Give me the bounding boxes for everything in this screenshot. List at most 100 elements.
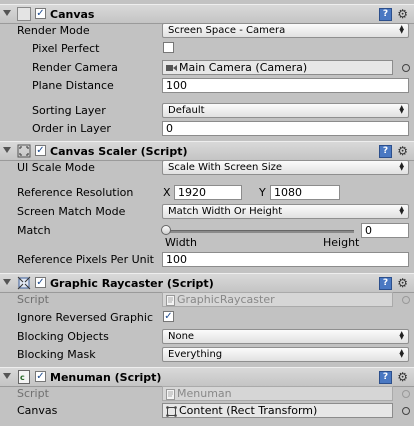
sorting-layer-value: Default [168,105,205,116]
canvas-scaler-component-header[interactable]: ✓ Canvas Scaler (Script) ? ⚙ [0,141,414,161]
graphic-raycaster-gear-icon[interactable]: ⚙ [397,276,408,290]
ref-res-y-field[interactable]: 1080 [270,185,340,200]
menuman-script-value: Menuman [177,387,232,400]
ref-res-y-value: 1080 [274,186,302,199]
dropdown-arrows-icon: ▲ ▼ [399,24,404,35]
blocking-mask-dropdown[interactable]: Everything ▲ ▼ [162,347,409,362]
script-file-icon [166,294,175,306]
dropdown-arrows-icon: ▲ ▼ [399,205,404,216]
canvas-scaler-gear-icon[interactable]: ⚙ [397,144,408,158]
menuman-gear-icon[interactable]: ⚙ [397,370,408,384]
ui-scale-mode-label: UI Scale Mode [17,161,95,174]
render-mode-value: Screen Space - Camera [168,25,286,36]
ignore-reversed-label: Ignore Reversed Graphic [17,311,154,324]
raycaster-script-label: Script [17,293,49,306]
menuman-foldout-arrow[interactable] [3,373,11,379]
menuman-enabled-checkbox[interactable]: ✓ [35,371,46,382]
canvas-scaler-enabled-checkbox[interactable]: ✓ [35,145,46,156]
menuman-script-label: Script [17,387,49,400]
order-in-layer-field[interactable]: 0 [162,121,409,136]
render-camera-value: Main Camera (Camera) [179,61,308,74]
canvas-scaler-help-icon[interactable]: ? [379,145,392,158]
ignore-reversed-checkbox[interactable]: ✓ [163,311,174,322]
match-slider-track[interactable] [166,230,354,233]
graphic-raycaster-foldout-arrow[interactable] [3,279,11,285]
raycaster-script-field: GraphicRaycaster [162,292,393,307]
menuman-canvas-field[interactable]: Content (Rect Transform) [162,403,393,418]
match-height-label: Height [323,236,360,249]
canvas-scaler-foldout-arrow[interactable] [3,147,11,153]
match-value: 0 [365,224,372,237]
dropdown-arrows-icon: ▲ ▼ [399,348,404,359]
canvas-help-icon[interactable]: ? [379,8,392,21]
menuman-title: Menuman (Script) [50,371,162,384]
ref-res-x-field[interactable]: 1920 [174,185,242,200]
rect-transform-icon [166,405,177,417]
dropdown-arrows-icon: ▲ ▼ [399,104,404,115]
render-camera-picker-icon[interactable] [402,64,410,72]
canvas-enabled-checkbox[interactable]: ✓ [35,8,46,19]
canvas-foldout-arrow[interactable] [3,10,11,16]
blocking-mask-value: Everything [168,349,223,360]
blocking-objects-value: None [168,331,195,342]
match-value-field[interactable]: 0 [361,223,409,238]
ref-res-y-label: Y [259,186,266,199]
ui-scale-mode-dropdown[interactable]: Scale With Screen Size ▲ ▼ [162,160,409,175]
reference-ppu-field[interactable]: 100 [162,252,409,267]
pixel-perfect-checkbox[interactable] [163,42,174,53]
raycaster-script-value: GraphicRaycaster [177,293,275,306]
menuman-canvas-value: Content (Rect Transform) [179,404,318,417]
render-mode-label: Render Mode [17,24,90,37]
render-camera-field[interactable]: Main Camera (Camera) [162,60,393,75]
canvas-component-icon [17,7,31,21]
menuman-script-picker-icon [402,390,410,398]
reference-resolution-label: Reference Resolution [17,186,134,199]
graphic-raycaster-script-icon [17,276,31,290]
reference-ppu-label: Reference Pixels Per Unit [17,253,154,266]
match-label: Match [17,224,51,237]
camera-icon [166,65,177,71]
render-mode-dropdown[interactable]: Screen Space - Camera ▲ ▼ [162,23,409,38]
csharp-script-icon: c [18,370,30,384]
menuman-canvas-label: Canvas [17,404,58,417]
graphic-raycaster-enabled-checkbox[interactable]: ✓ [35,277,46,288]
dropdown-arrows-icon: ▲ ▼ [399,161,404,172]
ref-res-x-label: X [163,186,171,199]
canvas-scaler-title: Canvas Scaler (Script) [50,145,188,158]
plane-distance-value: 100 [166,79,187,92]
svg-text:c: c [20,373,25,382]
match-slider-handle[interactable] [161,225,171,235]
order-in-layer-value: 0 [166,122,173,135]
plane-distance-field[interactable]: 100 [162,78,409,93]
canvas-component-header[interactable]: ✓ Canvas ? ⚙ [0,4,414,24]
reference-ppu-value: 100 [166,253,187,266]
pixel-perfect-label: Pixel Perfect [32,42,100,55]
match-width-label: Width [165,236,197,249]
screen-match-mode-value: Match Width Or Height [168,206,283,217]
graphic-raycaster-help-icon[interactable]: ? [379,277,392,290]
canvas-scaler-script-icon [17,144,31,158]
blocking-objects-dropdown[interactable]: None ▲ ▼ [162,329,409,344]
blocking-mask-label: Blocking Mask [17,348,96,361]
script-file-icon [166,388,175,400]
sorting-layer-dropdown[interactable]: Default ▲ ▼ [162,103,409,118]
menuman-script-field: Menuman [162,386,393,401]
menuman-help-icon[interactable]: ? [379,371,392,384]
screen-match-mode-dropdown[interactable]: Match Width Or Height ▲ ▼ [162,204,409,219]
menuman-canvas-picker-icon[interactable] [402,407,410,415]
render-camera-label: Render Camera [32,61,118,74]
graphic-raycaster-component-header[interactable]: ✓ Graphic Raycaster (Script) ? ⚙ [0,273,414,293]
graphic-raycaster-title: Graphic Raycaster (Script) [50,277,214,290]
order-in-layer-label: Order in Layer [32,122,111,135]
ref-res-x-value: 1920 [178,186,206,199]
blocking-objects-label: Blocking Objects [17,330,109,343]
screen-match-mode-label: Screen Match Mode [17,205,126,218]
sorting-layer-label: Sorting Layer [32,104,106,117]
dropdown-arrows-icon: ▲ ▼ [399,330,404,341]
menuman-component-header[interactable]: c ✓ Menuman (Script) ? ⚙ [0,367,414,387]
canvas-gear-icon[interactable]: ⚙ [397,7,408,21]
canvas-title: Canvas [50,8,95,21]
raycaster-script-picker-icon [402,296,410,304]
plane-distance-label: Plane Distance [32,79,114,92]
ui-scale-mode-value: Scale With Screen Size [168,162,283,173]
